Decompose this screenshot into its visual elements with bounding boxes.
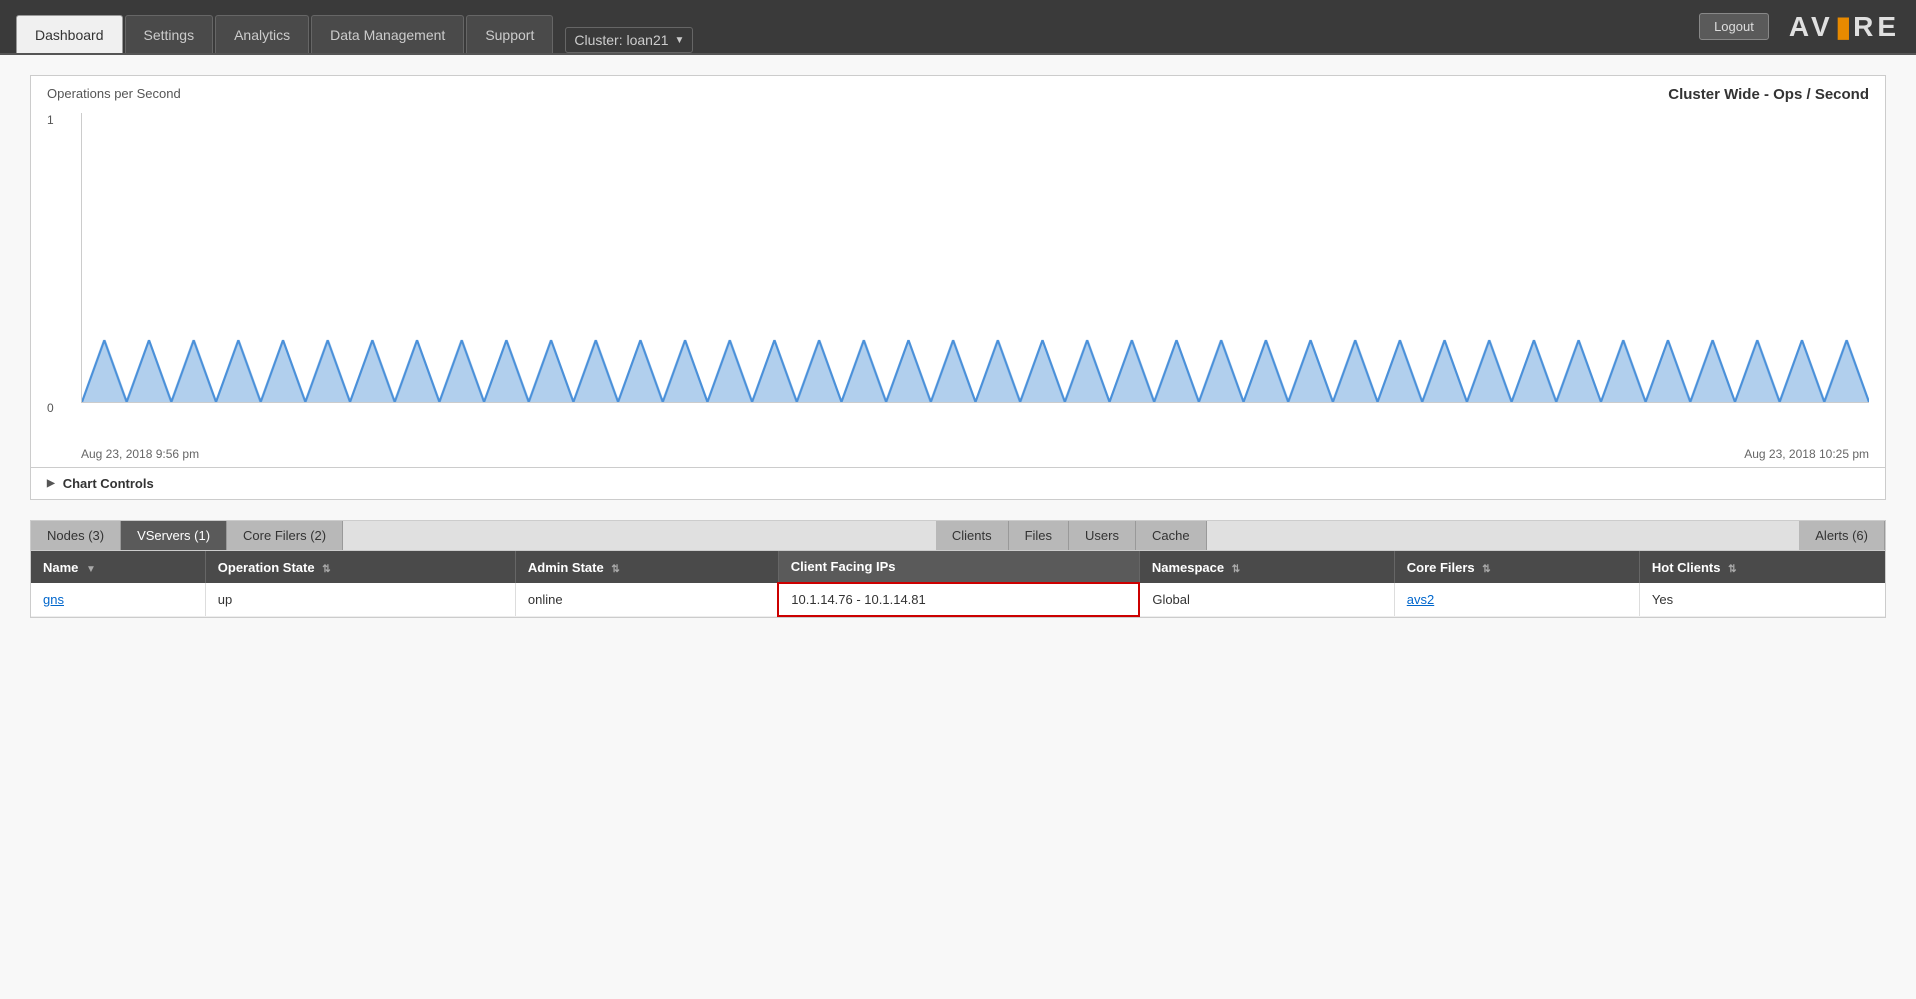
cell-core-filers: avs2 <box>1394 583 1639 616</box>
client-facing-ips-value: 10.1.14.76 - 10.1.14.81 <box>791 592 925 607</box>
cell-namespace: Global <box>1139 583 1394 616</box>
cell-hot-clients: Yes <box>1639 583 1885 616</box>
tab-analytics[interactable]: Analytics <box>215 15 309 53</box>
vserver-name-link[interactable]: gns <box>43 592 64 607</box>
tab-files[interactable]: Files <box>1009 521 1069 550</box>
logo-text-re: RE <box>1853 11 1900 43</box>
y-axis-min: 0 <box>47 401 54 415</box>
tab-alerts[interactable]: Alerts (6) <box>1799 521 1885 550</box>
tab-data-management[interactable]: Data Management <box>311 15 464 53</box>
col-header-operation-state[interactable]: Operation State ⇅ <box>205 551 515 583</box>
sort-icon-hotclients[interactable]: ⇅ <box>1728 564 1736 575</box>
chart-inner <box>81 113 1869 403</box>
tab-cache[interactable]: Cache <box>1136 521 1207 550</box>
y-axis-max: 1 <box>47 113 54 127</box>
col-header-namespace[interactable]: Namespace ⇅ <box>1139 551 1394 583</box>
operation-state-value: up <box>218 592 232 607</box>
tabs-section: Nodes (3) VServers (1) Core Filers (2) C… <box>30 520 1886 618</box>
col-header-hot-clients[interactable]: Hot Clients ⇅ <box>1639 551 1885 583</box>
tab-dashboard[interactable]: Dashboard <box>16 15 123 53</box>
logo: AV ▮ RE <box>1789 10 1900 43</box>
cell-client-facing-ips: 10.1.14.76 - 10.1.14.81 <box>778 583 1139 616</box>
chart-title: Operations per Second <box>47 86 181 101</box>
table-row: gns up online 10.1.14.76 - 10.1.14.81 Gl… <box>31 583 1885 616</box>
col-header-client-facing-ips[interactable]: Client Facing IPs <box>778 551 1139 583</box>
sort-icon-name[interactable]: ▼ <box>86 564 96 575</box>
tab-users[interactable]: Users <box>1069 521 1136 550</box>
tab-clients[interactable]: Clients <box>936 521 1009 550</box>
chart-time-end: Aug 23, 2018 10:25 pm <box>1744 447 1869 461</box>
main-content: Operations per Second Cluster Wide - Ops… <box>0 55 1916 999</box>
chart-svg <box>82 113 1869 402</box>
logo-bar-icon: ▮ <box>1836 10 1851 43</box>
chevron-down-icon: ▼ <box>675 35 685 46</box>
chart-footer: Aug 23, 2018 9:56 pm Aug 23, 2018 10:25 … <box>31 443 1885 467</box>
col-header-core-filers[interactable]: Core Filers ⇅ <box>1394 551 1639 583</box>
tab-core-filers[interactable]: Core Filers (2) <box>227 521 343 550</box>
data-tabs-row: Nodes (3) VServers (1) Core Filers (2) C… <box>31 521 1885 551</box>
chart-header: Operations per Second Cluster Wide - Ops… <box>31 76 1885 103</box>
admin-state-value: online <box>528 592 563 607</box>
col-header-admin-state[interactable]: Admin State ⇅ <box>515 551 778 583</box>
nav-tabs: Dashboard Settings Analytics Data Manage… <box>16 0 693 53</box>
tab-support[interactable]: Support <box>466 15 553 53</box>
hot-clients-value: Yes <box>1652 592 1673 607</box>
sort-icon-namespace[interactable]: ⇅ <box>1232 564 1240 575</box>
tab-settings[interactable]: Settings <box>125 15 214 53</box>
sort-icon-adminstate[interactable]: ⇅ <box>611 564 619 575</box>
chart-controls-toggle[interactable]: ▶ Chart Controls <box>31 467 1885 499</box>
cluster-selector[interactable]: Cluster: loan21 ▼ <box>565 27 693 53</box>
triangle-icon: ▶ <box>47 478 55 489</box>
core-filers-link[interactable]: avs2 <box>1407 592 1434 607</box>
header-right: Logout AV ▮ RE <box>1699 10 1900 43</box>
vservers-table: Name ▼ Operation State ⇅ Admin State ⇅ C… <box>31 551 1885 617</box>
tab-nodes[interactable]: Nodes (3) <box>31 521 121 550</box>
table-header-row: Name ▼ Operation State ⇅ Admin State ⇅ C… <box>31 551 1885 583</box>
sort-icon-corefilers[interactable]: ⇅ <box>1482 564 1490 575</box>
cell-name: gns <box>31 583 205 616</box>
chart-controls-label: Chart Controls <box>63 476 154 491</box>
header: Dashboard Settings Analytics Data Manage… <box>0 0 1916 55</box>
sort-icon-opstate[interactable]: ⇅ <box>322 564 330 575</box>
cell-operation-state: up <box>205 583 515 616</box>
tab-vservers[interactable]: VServers (1) <box>121 521 227 550</box>
chart-wide-title: Cluster Wide - Ops / Second <box>1668 86 1869 103</box>
col-header-name[interactable]: Name ▼ <box>31 551 205 583</box>
logo-text-av: AV <box>1789 11 1834 43</box>
chart-time-start: Aug 23, 2018 9:56 pm <box>81 447 199 461</box>
chart-area: 1 0 <box>31 103 1885 443</box>
cell-admin-state: online <box>515 583 778 616</box>
namespace-value: Global <box>1152 592 1190 607</box>
chart-section: Operations per Second Cluster Wide - Ops… <box>30 75 1886 500</box>
logout-button[interactable]: Logout <box>1699 13 1769 40</box>
